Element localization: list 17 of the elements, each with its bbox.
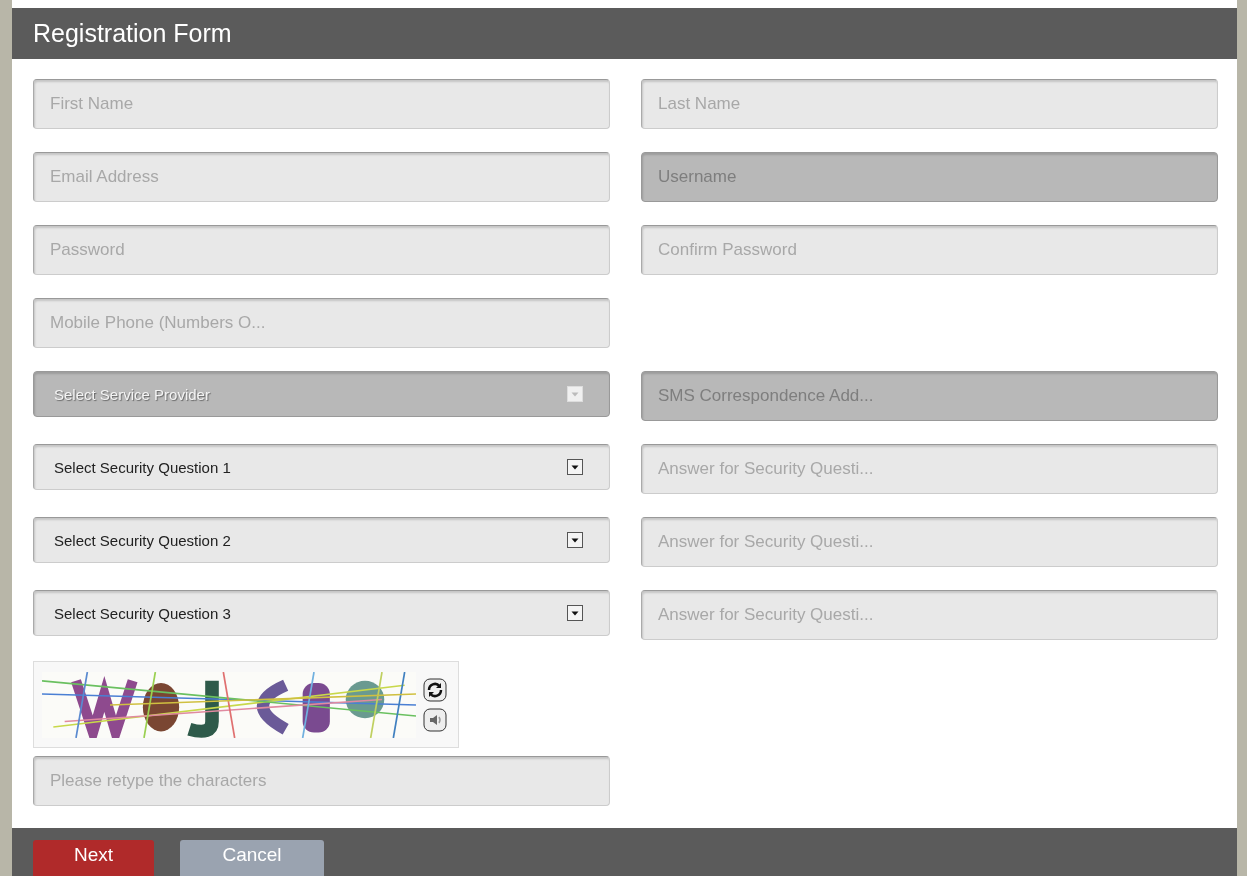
select-dropdown[interactable]: Select Security Question 1 <box>33 444 610 491</box>
text-field[interactable]: Mobile Phone (Numbers O... <box>33 298 610 349</box>
captcha-input-field[interactable]: Please retype the characters <box>33 756 610 807</box>
text-field[interactable]: Last Name <box>641 79 1218 130</box>
select-dropdown[interactable]: Select Security Question 2 <box>33 517 610 564</box>
text-field[interactable]: Answer for Security Questi... <box>641 517 1218 568</box>
refresh-icon[interactable] <box>423 677 447 702</box>
text-field[interactable]: Confirm Password <box>641 225 1218 276</box>
text-field[interactable]: Email Address <box>33 152 610 203</box>
text-field[interactable]: Answer for Security Questi... <box>641 444 1218 495</box>
text-field[interactable]: Password <box>33 225 610 276</box>
text-field[interactable]: First Name <box>33 79 610 130</box>
select-dropdown[interactable]: Select Security Question 3 <box>33 590 610 637</box>
speaker-icon[interactable] <box>423 707 447 732</box>
next-button[interactable]: Next <box>33 840 154 876</box>
form-title: Registration Form <box>33 19 232 49</box>
text-field[interactable]: Answer for Security Questi... <box>641 590 1218 641</box>
